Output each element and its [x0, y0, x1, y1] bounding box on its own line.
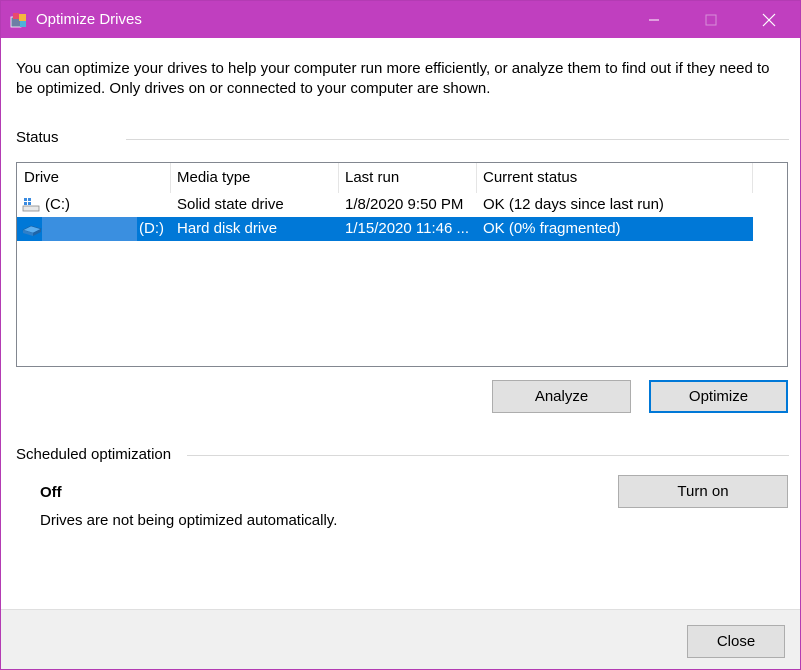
close-button[interactable]: Close: [687, 625, 785, 658]
drives-list-header: Drive Media type Last run Current status: [17, 163, 787, 193]
minimize-icon: [649, 19, 659, 21]
column-header-last-run[interactable]: Last run: [338, 163, 476, 193]
redacted-volume-label: [42, 217, 137, 241]
title-bar[interactable]: Optimize Drives: [1, 1, 800, 38]
close-icon: [762, 13, 776, 27]
scheduled-optimization-label: Scheduled optimization: [16, 446, 172, 463]
window-title: Optimize Drives: [36, 11, 142, 28]
drive-media-type: Solid state drive: [177, 196, 284, 213]
drives-list[interactable]: Drive Media type Last run Current status…: [16, 162, 788, 367]
drive-current-status: OK (0% fragmented): [483, 220, 621, 237]
scheduled-divider: [187, 455, 789, 456]
drive-last-run: 1/8/2020 9:50 PM: [345, 196, 464, 213]
close-window-button[interactable]: [747, 1, 793, 38]
schedule-description: Drives are not being optimized automatic…: [40, 512, 338, 529]
drive-media-type: Hard disk drive: [177, 220, 278, 237]
drive-current-status: OK (12 days since last run): [483, 196, 664, 213]
schedule-state: Off: [40, 484, 62, 501]
drive-name: (C:): [45, 196, 70, 213]
drive-last-run: 1/15/2020 11:46 ...: [345, 220, 469, 237]
hard-drive-icon: [22, 225, 42, 236]
windows-drive-icon: [22, 198, 40, 212]
column-header-drive[interactable]: Drive: [17, 163, 170, 193]
maximize-button[interactable]: [689, 1, 735, 38]
drive-row[interactable]: (C:) Solid state drive 1/8/2020 9:50 PM …: [17, 193, 753, 217]
analyze-button[interactable]: Analyze: [492, 380, 631, 413]
column-header-media-type[interactable]: Media type: [170, 163, 338, 193]
intro-text: You can optimize your drives to help you…: [16, 60, 770, 97]
drive-row-selected[interactable]: (D:) Hard disk drive 1/15/2020 11:46 ...…: [17, 217, 753, 241]
minimize-button[interactable]: [632, 1, 678, 38]
maximize-icon: [705, 14, 717, 26]
column-header-current-status[interactable]: Current status: [476, 163, 752, 193]
status-section-label: Status: [16, 129, 59, 146]
column-divider[interactable]: [752, 163, 753, 193]
status-divider: [126, 139, 789, 140]
optimize-button[interactable]: Optimize: [649, 380, 788, 413]
drive-name: (D:): [139, 220, 164, 237]
optimize-drives-window: Optimize Drives You can optimize your dr…: [0, 0, 801, 670]
turn-on-button[interactable]: Turn on: [618, 475, 788, 508]
dialog-footer: [1, 609, 800, 669]
optimize-drives-app-icon: [10, 13, 26, 28]
